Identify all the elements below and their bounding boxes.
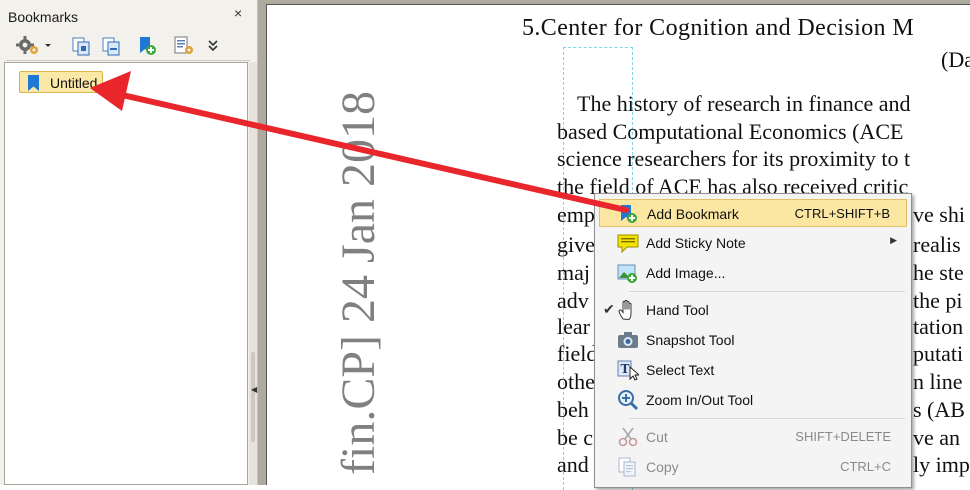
menu-item-label: Snapshot Tool	[646, 332, 735, 348]
menu-item-shortcut: CTRL+SHIFT+B	[794, 206, 890, 221]
menu-item-shortcut: SHIFT+DELETE	[795, 429, 891, 444]
add-bookmark-icon	[618, 203, 640, 225]
section-heading: 5.Center for Cognition and Decision M	[522, 15, 915, 41]
menu-item-cut[interactable]: Cut SHIFT+DELETE	[599, 423, 907, 451]
hand-icon	[617, 299, 639, 321]
body-fragment: he ste	[913, 260, 964, 285]
sticky-note-icon	[617, 232, 639, 254]
expand-bookmark-icon[interactable]	[70, 35, 92, 57]
camera-icon	[617, 329, 639, 351]
bookmark-item-untitled[interactable]: Untitled	[19, 71, 103, 93]
body-line: emp	[557, 202, 595, 227]
body-line: science researchers for its proximity to…	[557, 146, 911, 171]
menu-item-label: Zoom In/Out Tool	[646, 392, 754, 408]
arxiv-stamp: fin.CP] 24 Jan 2018	[332, 91, 385, 475]
body-line: and	[557, 452, 589, 477]
zoom-icon	[617, 389, 639, 411]
menu-item-add-image[interactable]: Add Image...	[599, 259, 907, 287]
add-bookmark-icon[interactable]	[136, 35, 158, 57]
body-fragment: ve an	[913, 425, 961, 450]
bookmarks-toolbar	[6, 32, 250, 61]
menu-item-label: Add Image...	[646, 265, 726, 281]
bookmark-label: Untitled	[50, 75, 98, 91]
body-line: othe	[557, 369, 595, 394]
select-text-icon: T	[617, 359, 641, 381]
menu-item-label: Hand Tool	[646, 302, 709, 318]
body-line: lear	[557, 314, 590, 339]
checkmark-icon: ✔	[603, 301, 615, 317]
menu-separator	[629, 418, 905, 419]
bookmark-icon	[25, 74, 43, 97]
body-fragment: the pi	[913, 288, 963, 313]
menu-item-label: Add Bookmark	[647, 206, 739, 222]
body-fragment: realis	[913, 232, 961, 257]
body-line: give	[557, 232, 595, 257]
menu-separator	[629, 291, 905, 292]
menu-item-label: Add Sticky Note	[646, 235, 746, 251]
menu-item-label: Copy	[646, 459, 679, 475]
bookmark-properties-icon[interactable]	[172, 35, 196, 57]
scissors-icon	[617, 426, 639, 448]
svg-text:T: T	[621, 362, 630, 376]
menu-item-label: Cut	[646, 429, 668, 445]
menu-item-copy[interactable]: Copy CTRL+C	[599, 453, 907, 481]
body-line: The history of research in finance and	[577, 91, 911, 116]
menu-item-select-text[interactable]: T Select Text	[599, 356, 907, 384]
context-menu: Add Bookmark CTRL+SHIFT+B Add Sticky Not…	[594, 193, 912, 488]
section-heading-continued: (Da	[941, 47, 970, 72]
body-line: field	[557, 341, 598, 366]
collapse-panel-icon[interactable]: ◀	[251, 385, 257, 394]
body-fragment: n line	[913, 369, 963, 394]
bookmark-tree: Untitled	[4, 62, 248, 485]
body-line: adv	[557, 288, 589, 313]
add-image-icon	[617, 262, 639, 284]
submenu-arrow-icon: ▶	[890, 235, 897, 245]
body-fragment: ve shi	[913, 202, 965, 227]
menu-item-zoom-tool[interactable]: Zoom In/Out Tool	[599, 386, 907, 414]
bookmarks-panel: Bookmarks × Untitled ◀	[0, 0, 258, 485]
close-panel-button[interactable]: ×	[234, 5, 242, 21]
body-line: maj	[557, 260, 590, 285]
body-line: based Computational Economics (ACE	[557, 119, 904, 144]
collapse-bookmark-icon[interactable]	[100, 35, 122, 57]
panel-header: Bookmarks ×	[0, 0, 258, 32]
body-fragment: s (AB	[913, 397, 965, 422]
menu-item-label: Select Text	[646, 362, 715, 378]
menu-item-shortcut: CTRL+C	[840, 459, 891, 474]
menu-item-hand-tool[interactable]: ✔ Hand Tool	[599, 296, 907, 324]
body-line: beh	[557, 397, 589, 422]
copy-icon	[617, 456, 639, 478]
menu-item-snapshot-tool[interactable]: Snapshot Tool	[599, 326, 907, 354]
menu-item-add-bookmark[interactable]: Add Bookmark CTRL+SHIFT+B	[599, 199, 907, 227]
menu-item-add-sticky-note[interactable]: Add Sticky Note ▶	[599, 229, 907, 257]
body-fragment: putati	[913, 341, 964, 366]
body-line: be c	[557, 425, 594, 450]
toolbar-overflow-icon[interactable]	[206, 35, 220, 57]
body-fragment: tation	[913, 314, 964, 339]
scrollbar-thumb[interactable]	[251, 352, 255, 442]
options-gear-icon[interactable]	[14, 35, 52, 57]
body-fragment: ly imp	[913, 452, 970, 477]
panel-title: Bookmarks	[8, 9, 79, 25]
panel-splitter[interactable]	[249, 62, 257, 485]
